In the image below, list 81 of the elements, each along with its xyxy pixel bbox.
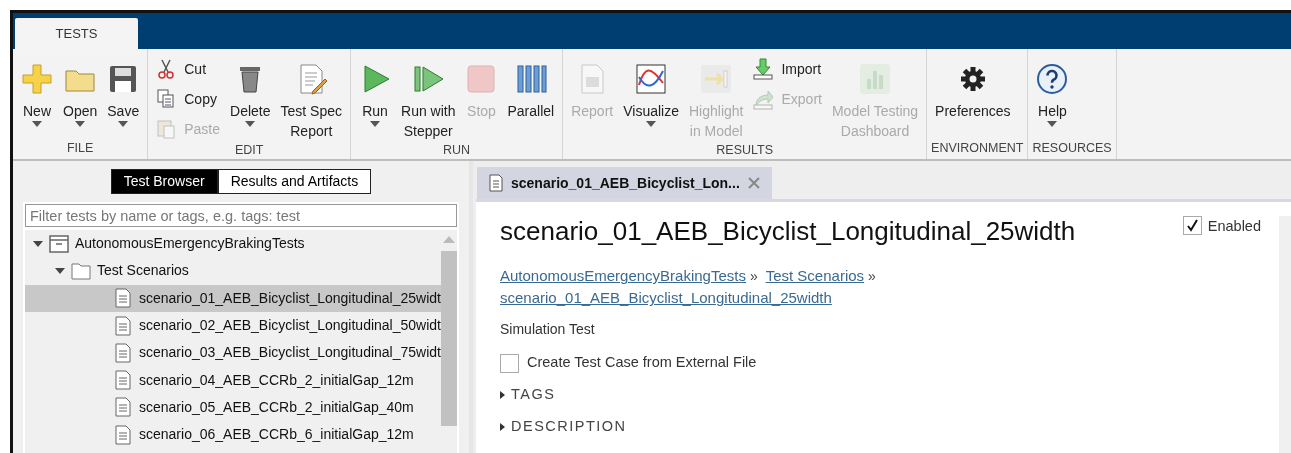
- export-arrow-icon: [753, 88, 774, 110]
- panel-tab[interactable]: Results and Artifacts: [217, 169, 372, 194]
- caret-down-icon: [55, 267, 65, 274]
- download-arrow-icon: [753, 58, 774, 80]
- caret-right-icon: [500, 422, 505, 431]
- document-icon: [489, 174, 503, 192]
- clipboard-icon: [156, 118, 177, 140]
- group-label: RESULTS: [715, 142, 774, 159]
- folder-icon: [71, 260, 91, 281]
- document-icon: [113, 315, 133, 336]
- check-mark-icon: [1185, 219, 1199, 232]
- group-label: EDIT: [233, 142, 265, 159]
- breadcrumb-link[interactable]: Test Scenarios: [765, 267, 865, 285]
- document-icon: [113, 288, 133, 309]
- tree-item[interactable]: scenario_04_AEB_CCRb_2_initialGap_12m: [25, 366, 441, 394]
- document-tab[interactable]: scenario_01_AEB_Bicyclist_Lon...: [477, 167, 772, 199]
- tree-item[interactable]: scenario_05_AEB_CCRb_2_initialGap_40m: [25, 393, 441, 422]
- toolbar-button[interactable]: Save: [103, 57, 144, 139]
- plus-icon: [21, 63, 53, 95]
- toolbar-button[interactable]: New: [17, 57, 57, 139]
- toolbar-button[interactable]: Open: [59, 57, 102, 139]
- group-label: RESOURCES: [1032, 140, 1112, 157]
- section-header[interactable]: TAGS: [500, 383, 1279, 406]
- line-chart-icon: [635, 63, 668, 95]
- caret-icon: [118, 121, 129, 127]
- bar-chart-icon: [859, 63, 891, 95]
- caret-right-icon: [500, 390, 505, 399]
- stop-square-icon: [465, 63, 498, 95]
- toolbar-button[interactable]: Test Spec Report: [276, 57, 346, 141]
- tree-item[interactable]: scenario_06_AEB_CCRb_6_initialGap_12m: [25, 421, 441, 449]
- caret-icon: [75, 121, 86, 127]
- panel-tab[interactable]: Test Browser: [110, 169, 218, 194]
- breadcrumb-link[interactable]: AutonomousEmergencyBrakingTests: [500, 267, 746, 285]
- step-play-icon: [412, 63, 445, 95]
- external-file-checkbox[interactable]: Create Test Case from External File: [500, 352, 1279, 374]
- filter-field[interactable]: Filter tests by name or tags, e.g. tags: test: [25, 204, 457, 227]
- tree-item[interactable]: AutonomousEmergencyBrakingTests: [25, 230, 441, 258]
- scrollbar-thumb[interactable]: [441, 251, 457, 426]
- breadcrumb-link[interactable]: scenario_01_AEB_Bicyclist_Longitudinal_25width: [500, 289, 832, 307]
- tree-item[interactable]: scenario_01_AEB_Bicyclist_Longitudinal_25widt: [25, 284, 441, 312]
- caret-icon: [370, 121, 380, 127]
- tree-item[interactable]: scenario_03_AEB_Bicyclist_Longitudinal_75widt: [25, 339, 441, 367]
- caret-icon: [245, 121, 256, 127]
- toolbar-button[interactable]: Run: [355, 57, 395, 141]
- tree-item[interactable]: scenario_02_AEB_Bicyclist_Longitudinal_50widt: [25, 311, 441, 340]
- group-label: RUN: [442, 142, 472, 159]
- page-title: scenario_01_AEB_Bicyclist_Longitudinal_25width: [500, 216, 1076, 248]
- toolbar-button[interactable]: Parallel: [503, 57, 559, 141]
- scissors-icon: [156, 58, 177, 80]
- caret-down-icon: [33, 240, 43, 247]
- toolbar-button[interactable]: Help: [1032, 57, 1073, 139]
- breadcrumb-separator: »: [868, 268, 876, 285]
- help-icon: [1036, 63, 1069, 95]
- document-icon: [113, 397, 133, 418]
- scroll-up-icon[interactable]: [443, 236, 455, 243]
- toolbar-button[interactable]: Run with Stepper: [397, 57, 460, 141]
- enabled-checkbox[interactable]: Enabled: [1182, 216, 1279, 238]
- caret-icon: [1047, 121, 1058, 127]
- breadcrumb-separator: »: [749, 268, 758, 285]
- caret-icon: [32, 121, 42, 127]
- toolbar-button[interactable]: Delete: [226, 57, 275, 141]
- toolbar-button[interactable]: Visualize: [619, 57, 683, 141]
- document-icon: [113, 370, 133, 391]
- toolbar-button[interactable]: Preferences: [931, 57, 1015, 139]
- group-label: FILE: [65, 140, 95, 157]
- parallel-bars-icon: [514, 63, 547, 95]
- tree-item[interactable]: Test Scenarios: [25, 257, 441, 285]
- arrow-into-box-icon: [700, 63, 733, 95]
- document-icon: [113, 424, 133, 445]
- document-icon: [113, 342, 133, 363]
- toolbar-button[interactable]: Cut: [152, 57, 225, 81]
- close-icon[interactable]: [747, 177, 760, 189]
- ribbon-tab[interactable]: TESTS: [15, 18, 138, 49]
- caret-icon: [646, 121, 657, 127]
- copy-icon: [156, 88, 177, 110]
- test-suite-icon: [49, 233, 69, 254]
- toolbar-button[interactable]: Copy: [152, 87, 225, 111]
- toolbar-button[interactable]: Import: [749, 57, 826, 81]
- test-type-label: Simulation Test: [500, 320, 596, 340]
- section-header[interactable]: DESCRIPTION: [500, 415, 1279, 438]
- group-label: ENVIRONMENT: [931, 140, 1024, 157]
